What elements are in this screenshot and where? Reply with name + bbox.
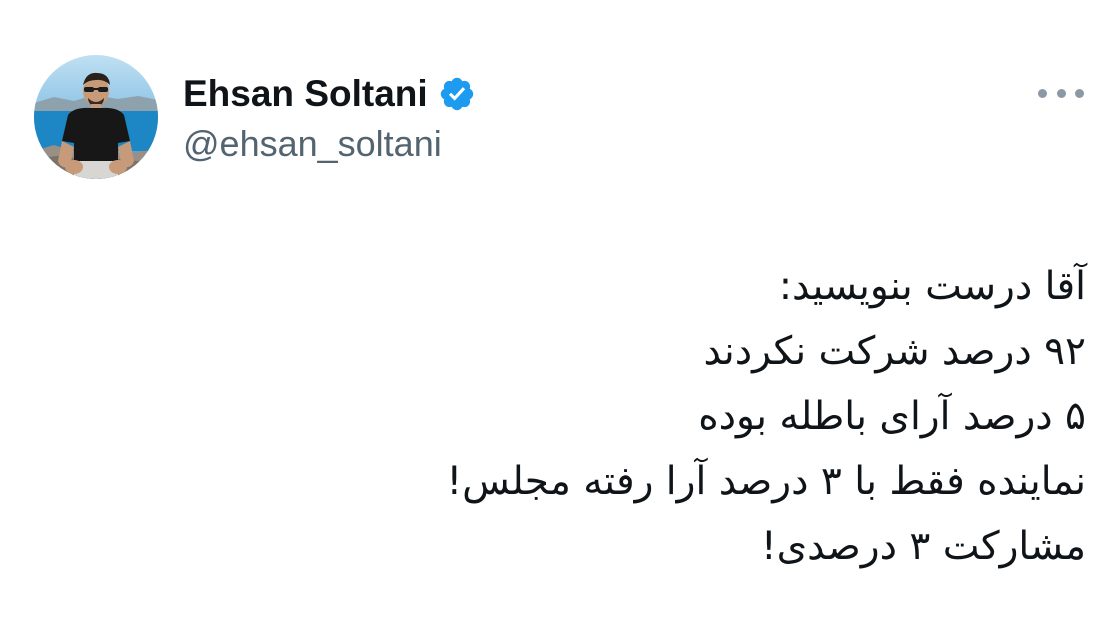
verified-check-icon — [440, 77, 473, 111]
more-dot-icon — [1056, 88, 1066, 98]
author-display-name[interactable]: Ehsan Soltani — [183, 70, 428, 118]
author-name-row: Ehsan Soltani — [183, 70, 476, 118]
tweet-line: مشارکت ۳ درصدی! — [761, 524, 1086, 569]
more-dot-icon — [1038, 88, 1047, 98]
avatar-photo — [34, 55, 158, 179]
avatar[interactable] — [34, 55, 158, 179]
tweet-line: نماینده فقط با ۳ درصد آرا رفته مجلس! — [446, 459, 1086, 504]
tweet-text: آقا درست بنویسید: ۹۲ درصد شرکت نکردند ۵ … — [46, 254, 1086, 579]
author-handle[interactable]: @ehsan_soltani — [183, 120, 442, 168]
tweet-card: Ehsan Soltani @ehsan_soltani آقا درست بن… — [0, 0, 1120, 624]
tweet-line: ۹۲ درصد شرکت نکردند — [703, 329, 1086, 374]
verified-badge-icon[interactable] — [438, 75, 476, 113]
more-horizontal-icon[interactable] — [1038, 82, 1084, 104]
tweet-line: ۵ درصد آرای باطله بوده — [698, 394, 1086, 439]
more-dot-icon — [1075, 88, 1084, 98]
tweet-line: آقا درست بنویسید: — [778, 264, 1086, 309]
